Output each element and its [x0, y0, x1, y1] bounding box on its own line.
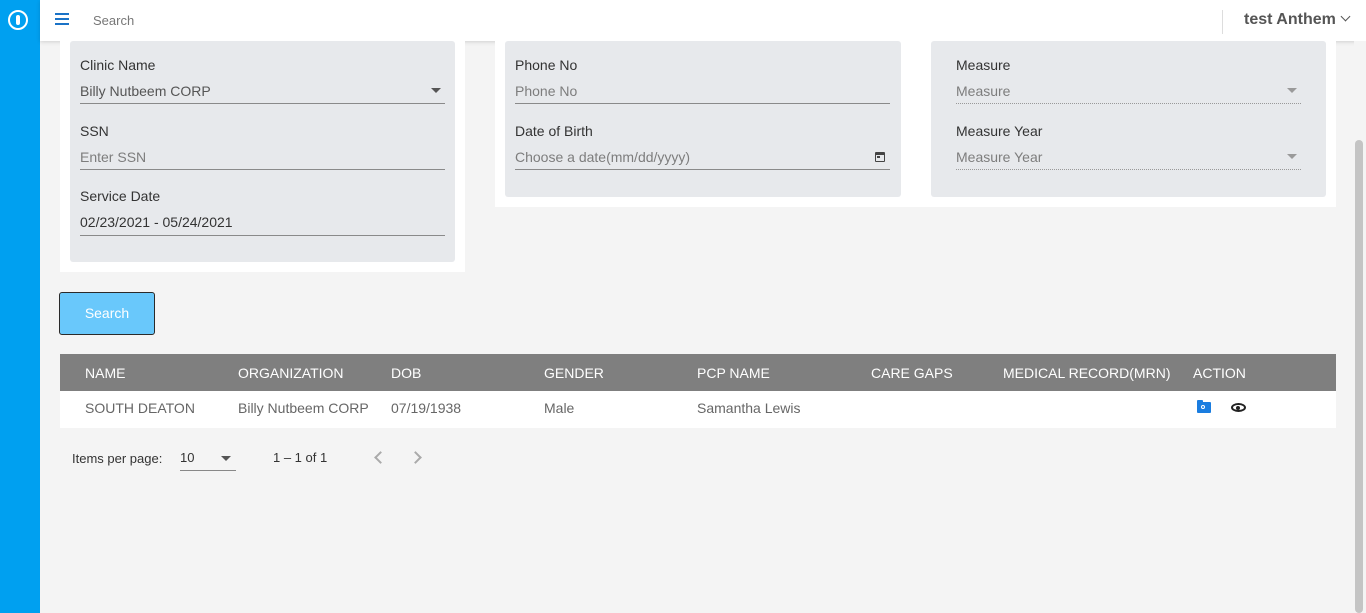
table-header: NAME ORGANIZATION DOB GENDER PCP NAME CA… — [60, 354, 1336, 391]
cell-organization: Billy Nutbeem CORP — [238, 400, 369, 416]
measure-year-label: Measure Year — [956, 123, 1043, 139]
previous-page-icon[interactable] — [374, 451, 387, 464]
clinic-name-underline — [80, 103, 445, 104]
topbar-divider — [1222, 10, 1223, 34]
eye-icon[interactable] — [1231, 403, 1246, 412]
clinic-name-select[interactable]: Billy Nutbeem CORP — [80, 83, 211, 99]
date-of-birth-input[interactable]: Choose a date(mm/dd/yyyy) — [515, 149, 690, 165]
cell-gender: Male — [544, 400, 575, 416]
page-size-value: 10 — [180, 450, 195, 465]
service-date-label: Service Date — [80, 188, 161, 204]
filter-panel-left: Clinic Name Billy Nutbeem CORP SSN Enter… — [70, 41, 455, 262]
page-range-label: 1 – 1 of 1 — [273, 450, 328, 465]
filter-card-right: Phone No Phone No Date of Birth Choose a… — [495, 41, 1336, 207]
page-size-select[interactable]: 10 — [180, 450, 236, 471]
clinic-name-label: Clinic Name — [80, 57, 156, 73]
measure-year-dropdown-icon[interactable] — [1287, 154, 1297, 159]
ssn-label: SSN — [80, 123, 109, 139]
measure-year-select[interactable]: Measure Year — [956, 149, 1042, 165]
scrollbar-thumb[interactable] — [1355, 140, 1363, 613]
date-of-birth-label: Date of Birth — [515, 123, 593, 139]
clinic-name-dropdown-icon[interactable] — [431, 88, 441, 93]
phone-no-underline — [515, 103, 890, 104]
next-page-icon[interactable] — [409, 451, 422, 464]
user-name: test Anthem — [1244, 11, 1336, 28]
measure-year-underline — [956, 169, 1301, 170]
column-header-name[interactable]: NAME — [85, 365, 125, 381]
column-header-care-gaps[interactable]: CARE GAPS — [871, 365, 953, 381]
column-header-action: ACTION — [1193, 365, 1246, 381]
app-logo-icon[interactable] — [8, 10, 28, 30]
date-of-birth-underline — [515, 169, 890, 170]
service-date-underline — [80, 235, 445, 236]
measure-label: Measure — [956, 57, 1011, 73]
filter-panel-middle: Phone No Phone No Date of Birth Choose a… — [505, 41, 901, 197]
ssn-underline — [80, 169, 445, 170]
column-header-pcp-name[interactable]: PCP NAME — [697, 365, 770, 381]
column-header-dob[interactable]: DOB — [391, 365, 421, 381]
calendar-icon[interactable] — [875, 152, 885, 162]
chevron-down-icon — [1340, 11, 1351, 22]
measure-dropdown-icon[interactable] — [1287, 88, 1297, 93]
column-header-mrn[interactable]: MEDICAL RECORD(MRN) — [1003, 365, 1170, 381]
cell-pcp-name: Samantha Lewis — [697, 400, 801, 416]
ssn-input[interactable]: Enter SSN — [80, 149, 146, 165]
column-header-organization[interactable]: ORGANIZATION — [238, 365, 344, 381]
service-date-input[interactable]: 02/23/2021 - 05/24/2021 — [80, 214, 233, 230]
user-menu[interactable]: test Anthem — [1244, 11, 1351, 29]
measure-underline — [956, 103, 1301, 104]
phone-no-input[interactable]: Phone No — [515, 83, 577, 99]
column-header-gender[interactable]: GENDER — [544, 365, 604, 381]
search-button[interactable]: Search — [59, 292, 155, 335]
filter-card-left: Clinic Name Billy Nutbeem CORP SSN Enter… — [60, 41, 465, 272]
measure-select[interactable]: Measure — [956, 83, 1010, 99]
table-row[interactable]: SOUTH DEATON Billy Nutbeem CORP 07/19/19… — [60, 391, 1336, 428]
items-per-page-label: Items per page: — [72, 451, 163, 466]
cell-name: SOUTH DEATON — [85, 400, 195, 416]
top-search-input[interactable] — [93, 13, 393, 28]
top-bar: test Anthem — [40, 0, 1366, 41]
sidebar — [0, 0, 40, 613]
folder-search-icon[interactable] — [1197, 400, 1211, 413]
page-size-dropdown-icon — [221, 456, 231, 461]
phone-no-label: Phone No — [515, 57, 578, 73]
filter-panel-right: Measure Measure Measure Year Measure Yea… — [931, 41, 1326, 197]
hamburger-menu-icon[interactable] — [55, 13, 69, 25]
cell-dob: 07/19/1938 — [391, 400, 462, 416]
